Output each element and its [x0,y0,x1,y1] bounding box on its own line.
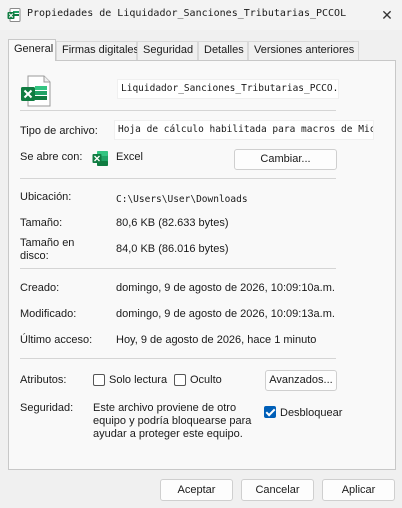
file-type-label: Tipo de archivo: [20,125,98,137]
location-label: Ubicación: [20,191,72,203]
unblock-label[interactable]: Desbloquear [280,407,342,419]
apply-button[interactable]: Aplicar [322,479,395,501]
size-on-disk-label-cont: disco: [20,250,49,262]
excel-file-icon [21,75,51,107]
hidden-checkbox[interactable] [174,374,186,386]
security-text-line-3: ayudar a proteger este equipo. [93,428,243,440]
security-text-line-1: Este archivo proviene de otro [93,402,237,414]
file-type-value: Hoja de cálculo habilitada para macros d… [114,120,374,140]
readonly-label[interactable]: Solo lectura [109,374,167,386]
size-on-disk-label: Tamaño en [20,237,75,249]
close-button[interactable]: ✕ [372,3,402,27]
cancel-button[interactable]: Cancelar [241,479,314,501]
separator [20,178,336,179]
close-icon: ✕ [381,7,393,23]
last-access-label: Último acceso: [20,334,93,346]
location-value: C:\Users\User\Downloads [116,194,248,205]
created-value: domingo, 9 de agosto de 2026, 10:09:10a.… [116,282,335,294]
attributes-label: Atributos: [20,374,67,386]
separator [20,358,336,359]
size-label: Tamaño: [20,217,63,229]
tab-details[interactable]: Detalles [198,41,248,60]
tab-digital-signatures[interactable]: Firmas digitales [56,41,139,60]
file-name-field[interactable]: Liquidador_Sanciones_Tributarias_PCCO... [117,79,339,99]
opens-with-label: Se abre con: [20,151,83,163]
security-text-line-2: equipo y podría bloquearse para [93,415,252,427]
tab-general[interactable]: General [8,39,56,61]
change-button[interactable]: Cambiar... [234,149,337,170]
advanced-button[interactable]: Avanzados... [265,370,337,391]
tab-security[interactable]: Seguridad [137,41,198,60]
unblock-checkbox[interactable] [264,406,276,418]
separator [20,268,336,269]
excel-file-icon [7,8,21,22]
accept-button[interactable]: Aceptar [160,479,233,501]
hidden-label[interactable]: Oculto [190,374,222,386]
created-label: Creado: [20,282,60,294]
window-title: Propiedades de Liquidador_Sanciones_Trib… [27,8,347,19]
modified-value: domingo, 9 de agosto de 2026, 10:09:13a.… [116,308,335,320]
size-value: 80,6 KB (82.633 bytes) [116,217,229,229]
opens-with-value: Excel [116,151,143,163]
separator [20,110,336,111]
security-label: Seguridad: [20,402,74,414]
title-bar: Propiedades de Liquidador_Sanciones_Trib… [0,0,402,30]
size-on-disk-value: 84,0 KB (86.016 bytes) [116,243,229,255]
excel-app-icon [92,151,108,166]
readonly-checkbox[interactable] [93,374,105,386]
tab-previous-versions[interactable]: Versiones anteriores [248,41,359,60]
last-access-value: Hoy, 9 de agosto de 2026, hace 1 minuto [116,334,317,346]
modified-label: Modificado: [20,308,77,320]
